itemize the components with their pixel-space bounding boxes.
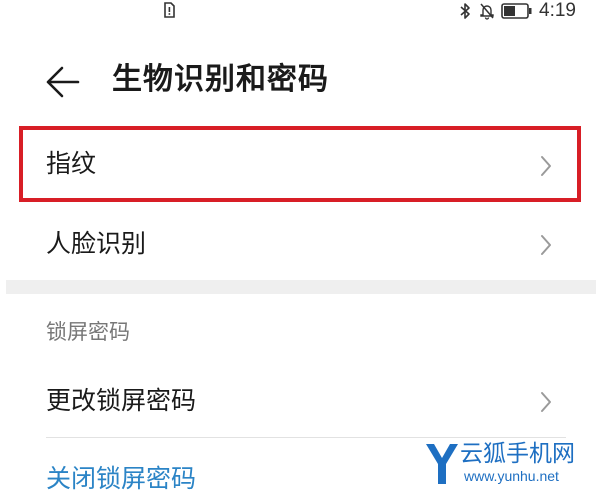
section-title: 锁屏密码 [46, 320, 130, 344]
list-item-change-lock-password[interactable]: 更改锁屏密码 [0, 364, 600, 436]
watermark: 云狐手机网 www.yunhu.net [424, 440, 596, 490]
list-item-face-recognition[interactable]: 人脸识别 [0, 205, 600, 281]
list-item-fingerprint[interactable]: 指纹 [0, 128, 600, 204]
sim-alert-icon [164, 2, 175, 18]
status-bar: 4:19 [0, 0, 600, 28]
battery-icon [501, 3, 532, 19]
list-item-label: 指纹 [46, 149, 97, 178]
watermark-logo-icon [426, 444, 458, 484]
section-divider [6, 280, 596, 294]
list-item-label: 人脸识别 [46, 229, 147, 258]
status-right: 4:19 [457, 0, 576, 22]
chevron-right-icon [541, 235, 551, 255]
list-item-label: 更改锁屏密码 [46, 386, 197, 415]
settings-screen: 4:19 生物识别和密码 指纹 人脸识别 锁屏密码 更改锁屏密码 关闭锁屏密码 [0, 0, 600, 500]
row-separator [46, 437, 566, 438]
page-header: 生物识别和密码 [0, 52, 600, 108]
chevron-right-icon [541, 156, 551, 176]
watermark-name: 云狐手机网 [460, 441, 575, 467]
list-item-label: 关闭锁屏密码 [46, 464, 197, 493]
chevron-right-icon [541, 392, 551, 412]
watermark-url: www.yunhu.net [464, 468, 559, 484]
status-time: 4:19 [539, 0, 576, 21]
bluetooth-icon [460, 3, 470, 19]
bell-off-icon [480, 3, 494, 20]
back-arrow-icon[interactable] [40, 60, 84, 104]
page-title: 生物识别和密码 [112, 62, 329, 97]
